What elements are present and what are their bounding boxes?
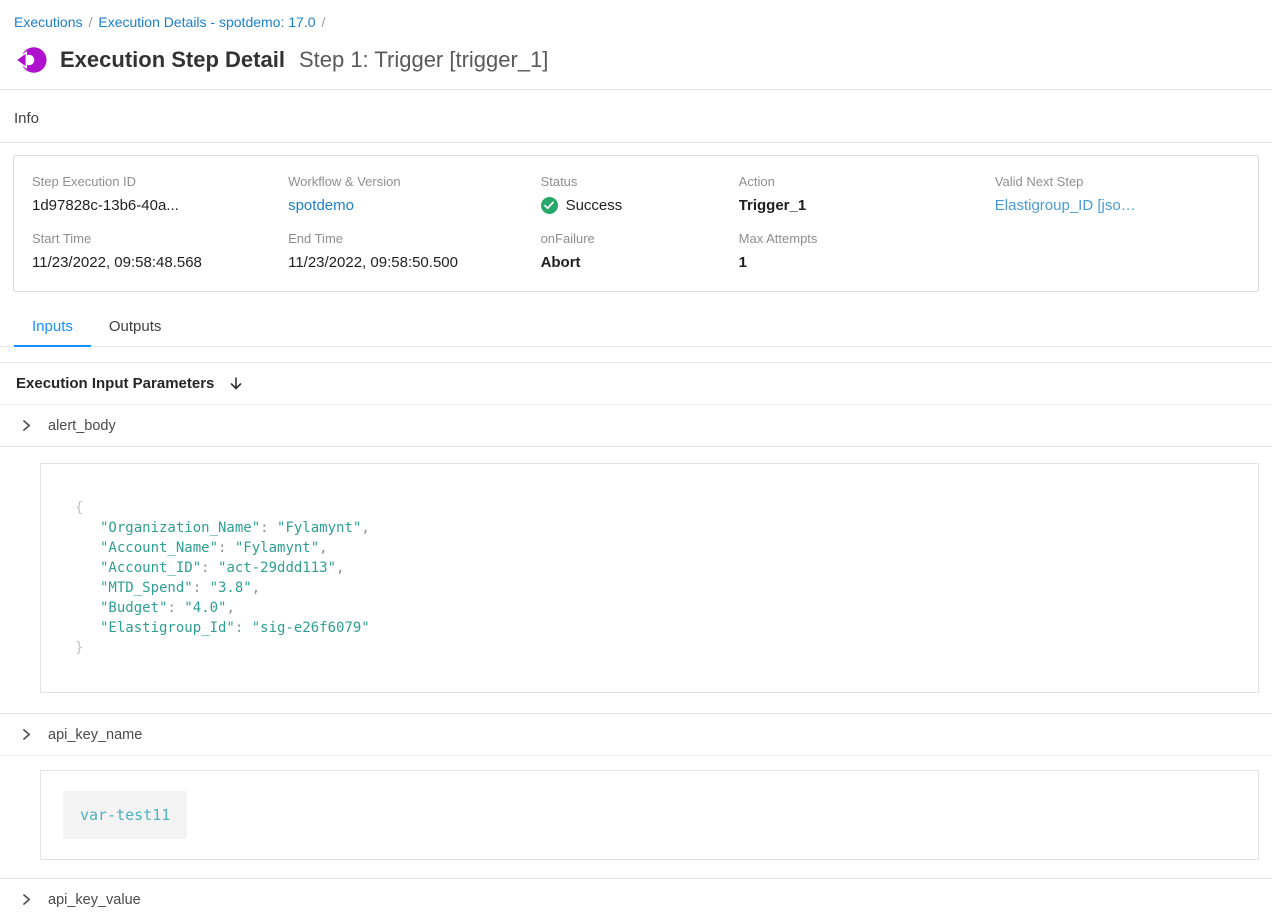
collapse-all-arrow-down-icon[interactable] — [228, 376, 244, 392]
field-status: Status Success — [541, 174, 739, 214]
section-name: alert_body — [48, 418, 116, 434]
json-code-block: { "Organization_Name": "Fylamynt", "Acco… — [40, 463, 1259, 693]
json-colon: : — [260, 520, 277, 536]
code-line: "Elastigroup_Id": "sig-e26f6079" — [75, 618, 1224, 638]
field-label: Step Execution ID — [32, 174, 288, 189]
section-api-key-name-content: var-test11 — [0, 756, 1272, 879]
chevron-right-icon — [20, 728, 33, 741]
json-key: "Organization_Name" — [100, 520, 260, 536]
field-action: Action Trigger_1 — [739, 174, 995, 214]
json-comma: , — [319, 540, 327, 556]
json-comma: , — [336, 560, 344, 576]
info-section-heading: Info — [0, 90, 1272, 142]
field-value: 1d97828c-13b6-40a... — [32, 197, 288, 214]
chevron-right-icon — [20, 419, 33, 432]
json-colon: : — [167, 600, 184, 616]
json-colon: : — [201, 560, 218, 576]
field-value: Trigger_1 — [739, 197, 995, 214]
json-value: "Fylamynt" — [235, 540, 319, 556]
api-key-name-box: var-test11 — [40, 770, 1259, 860]
section-api-key-value-header[interactable]: api_key_value — [0, 879, 1272, 919]
section-alert-body-header[interactable]: alert_body — [0, 405, 1272, 447]
params-header: Execution Input Parameters — [0, 363, 1272, 405]
field-label: Max Attempts — [739, 231, 995, 246]
fylamynt-logo-icon — [14, 43, 48, 77]
json-colon: : — [235, 620, 252, 636]
tab-bar: Inputs Outputs — [0, 308, 1272, 347]
tab-inputs[interactable]: Inputs — [14, 308, 91, 347]
field-end-time: End Time 11/23/2022, 09:58:50.500 — [288, 231, 540, 271]
section-api-key-name: api_key_name var-test11 — [0, 714, 1272, 879]
field-onfailure: onFailure Abort — [541, 231, 739, 271]
json-key: "Account_ID" — [100, 560, 201, 576]
json-open-brace: { — [75, 500, 83, 516]
json-value: "sig-e26f6079" — [252, 620, 370, 636]
json-key: "Budget" — [100, 600, 167, 616]
field-label: Workflow & Version — [288, 174, 540, 189]
field-workflow-version: Workflow & Version spotdemo — [288, 174, 540, 214]
breadcrumb-link-executions[interactable]: Executions — [14, 14, 82, 30]
section-name: api_key_name — [48, 727, 142, 743]
json-colon: : — [218, 540, 235, 556]
field-label: Valid Next Step — [995, 174, 1240, 189]
workflow-link[interactable]: spotdemo — [288, 197, 540, 214]
code-line: } — [75, 638, 1224, 658]
field-valid-next-step: Valid Next Step Elastigroup_ID [jso… — [995, 174, 1240, 214]
field-max-attempts: Max Attempts 1 — [739, 231, 995, 271]
field-label: Action — [739, 174, 995, 189]
json-comma: , — [361, 520, 369, 536]
field-value: 1 — [739, 254, 995, 271]
code-line: "Account_ID": "act-29ddd113", — [75, 558, 1224, 578]
chevron-right-icon — [20, 893, 33, 906]
status-badge: Success — [541, 197, 739, 214]
info-card: Step Execution ID 1d97828c-13b6-40a... W… — [13, 155, 1259, 292]
field-value: 11/23/2022, 09:58:48.568 — [32, 254, 288, 271]
field-label: End Time — [288, 231, 540, 246]
info-grid: Step Execution ID 1d97828c-13b6-40a... W… — [32, 174, 1240, 271]
json-key: "Account_Name" — [100, 540, 218, 556]
code-line: "Account_Name": "Fylamynt", — [75, 538, 1224, 558]
field-label: Start Time — [32, 231, 288, 246]
next-step-link[interactable]: Elastigroup_ID [jso… — [995, 197, 1240, 214]
json-value: "4.0" — [184, 600, 226, 616]
field-label: Status — [541, 174, 739, 189]
info-divider — [0, 142, 1272, 143]
field-start-time: Start Time 11/23/2022, 09:58:48.568 — [32, 231, 288, 271]
tab-outputs[interactable]: Outputs — [91, 308, 180, 347]
check-circle-icon — [541, 197, 558, 214]
section-api-key-value: api_key_value — [0, 879, 1272, 919]
status-text: Success — [566, 197, 623, 214]
breadcrumb-separator: / — [88, 14, 92, 30]
json-value: "Fylamynt" — [277, 520, 361, 536]
field-label: onFailure — [541, 231, 739, 246]
page-title: Execution Step Detail — [60, 47, 285, 73]
json-key: "MTD_Spend" — [100, 580, 193, 596]
json-comma: , — [226, 600, 234, 616]
breadcrumb-separator: / — [322, 14, 326, 30]
code-line: "Budget": "4.0", — [75, 598, 1224, 618]
breadcrumb: Executions / Execution Details - spotdemo:… — [0, 0, 1272, 30]
page-header: Execution Step Detail Step 1: Trigger [t… — [0, 30, 1272, 77]
execution-parameters-panel: Execution Input Parameters alert_body { … — [0, 362, 1272, 919]
json-key: "Elastigroup_Id" — [100, 620, 235, 636]
json-comma: , — [252, 580, 260, 596]
code-line: "MTD_Spend": "3.8", — [75, 578, 1224, 598]
json-colon: : — [193, 580, 210, 596]
api-key-name-chip: var-test11 — [63, 791, 187, 839]
breadcrumb-link-execution-details[interactable]: Execution Details - spotdemo: 17.0 — [98, 14, 315, 30]
field-value: 11/23/2022, 09:58:50.500 — [288, 254, 540, 271]
section-alert-body: alert_body { "Organization_Name": "Fylam… — [0, 405, 1272, 714]
section-api-key-name-header[interactable]: api_key_name — [0, 714, 1272, 756]
json-close-brace: } — [75, 640, 83, 656]
field-step-execution-id: Step Execution ID 1d97828c-13b6-40a... — [32, 174, 288, 214]
field-value: Abort — [541, 254, 739, 271]
json-value: "3.8" — [210, 580, 252, 596]
code-line: { — [75, 498, 1224, 518]
params-title: Execution Input Parameters — [16, 375, 214, 392]
code-line: "Organization_Name": "Fylamynt", — [75, 518, 1224, 538]
section-alert-body-content: { "Organization_Name": "Fylamynt", "Acco… — [0, 447, 1272, 714]
json-value: "act-29ddd113" — [218, 560, 336, 576]
page-subtitle: Step 1: Trigger [trigger_1] — [299, 47, 548, 73]
section-name: api_key_value — [48, 892, 141, 908]
